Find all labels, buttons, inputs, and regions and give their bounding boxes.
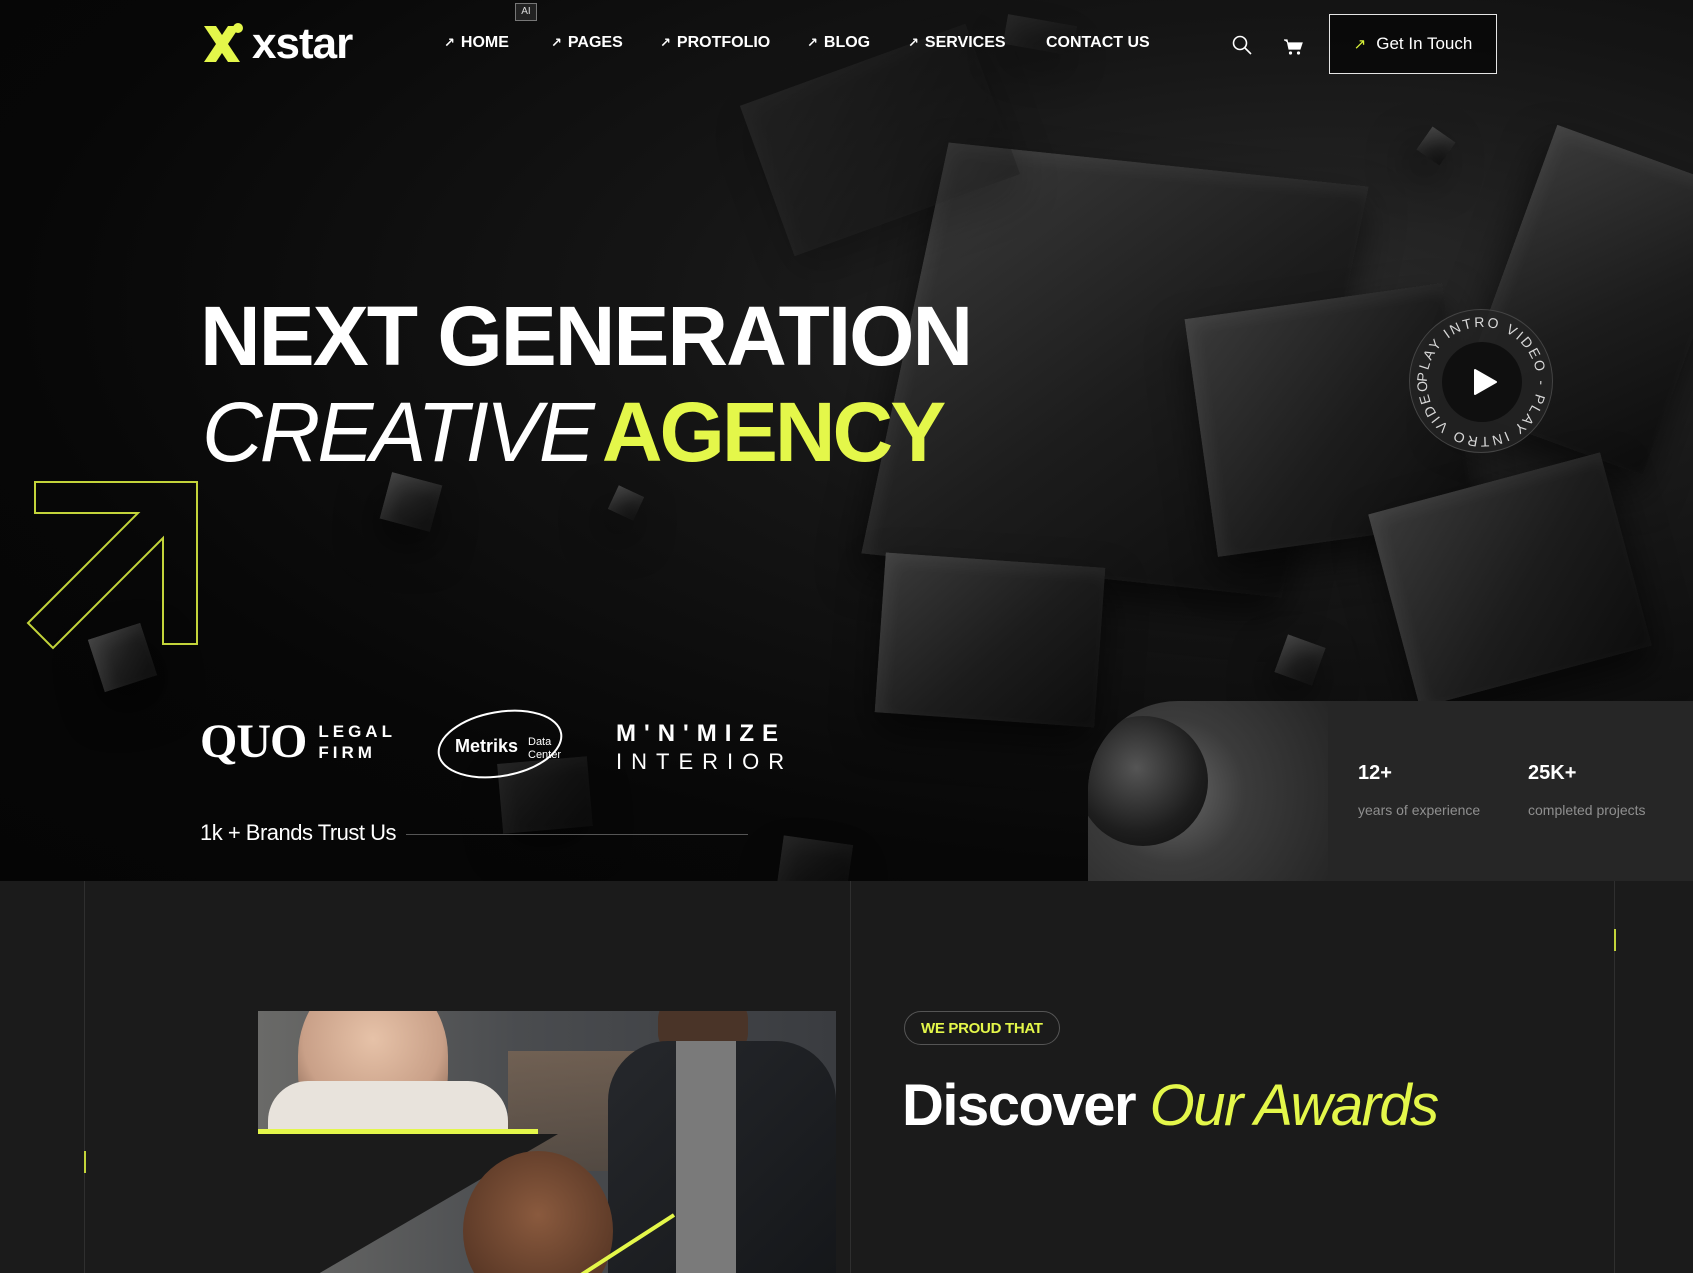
logo[interactable]: xstar xyxy=(200,19,353,68)
brand-minimize-interior: M'N'MIZE INTERIOR xyxy=(616,720,793,776)
arrow-up-right-icon: ↗ xyxy=(444,35,455,50)
stat-value: 12+ xyxy=(1358,762,1392,784)
nav-item-contact-us[interactable]: CONTACT US xyxy=(1046,34,1150,52)
logo-text: xstar xyxy=(252,19,353,68)
decorative-cube xyxy=(1274,634,1326,686)
brand-metriks-sub2: Center xyxy=(528,749,562,761)
decorative-cube xyxy=(874,552,1106,728)
sphere-shape xyxy=(1088,716,1208,846)
photo-accent-bar xyxy=(258,1129,538,1134)
headline-italic-word: CREATIVE xyxy=(202,385,595,479)
hero-section: xstar AI ↗ HOME ↗ PAGES ↗ PROTFOLIO ↗ BL… xyxy=(0,0,1693,881)
stats-panel: 12+ years of experience 25K+ completed p… xyxy=(1328,701,1693,881)
arrow-up-right-icon: ↗ xyxy=(1353,36,1367,53)
we-proud-that-badge: WE PROUD THAT xyxy=(904,1011,1060,1045)
brand-minimize-line2: INTERIOR xyxy=(616,749,794,774)
decorative-cube xyxy=(1416,126,1456,166)
stat-value: 25K+ xyxy=(1528,762,1577,784)
stats-sphere-image xyxy=(1088,701,1328,881)
hero-headline-line1: NEXT GENERATION xyxy=(200,289,973,383)
divider xyxy=(84,881,85,1273)
nav-item-label: PROTFOLIO xyxy=(676,34,771,51)
nav-item-label: HOME xyxy=(460,34,509,51)
stat-label: years of experience xyxy=(1358,802,1481,818)
brand-quo-legal-firm: QUO LEGAL FIRM xyxy=(200,714,396,769)
divider xyxy=(850,881,851,1273)
brand-metriks-main: Metriks xyxy=(455,736,519,756)
stat-label: completed projects xyxy=(1528,802,1646,818)
headline-highlight-word: AGENCY xyxy=(601,385,946,479)
arrow-outline-graphic xyxy=(26,481,198,650)
awards-title-yellow: Our Awards xyxy=(1149,1073,1440,1138)
awards-title-white: Discover xyxy=(902,1073,1137,1138)
play-inner-circle xyxy=(1442,342,1522,422)
cart-icon[interactable] xyxy=(1282,34,1306,58)
accent-tick xyxy=(1614,929,1616,951)
cta-label: Get In Touch xyxy=(1376,34,1473,53)
team-photo xyxy=(258,1011,836,1273)
nav-item-label: CONTACT US xyxy=(1046,34,1150,51)
hero-headline-line2: CREATIVE AGENCY xyxy=(202,384,946,480)
photo-person-man-shirt xyxy=(676,1041,736,1273)
photo-accent-line xyxy=(580,1213,676,1273)
arrow-up-right-icon: ↗ xyxy=(660,35,671,50)
awards-title: Discover Our Awards xyxy=(902,1071,1440,1141)
brand-metriks-data-center: Metriks Data Center xyxy=(435,708,565,780)
ai-badge: AI xyxy=(515,3,537,21)
nav-item-pages[interactable]: ↗ PAGES xyxy=(551,34,660,52)
get-in-touch-button[interactable]: ↗ Get In Touch xyxy=(1329,14,1497,74)
nav-item-label: PAGES xyxy=(567,34,623,51)
awards-section: WE PROUD THAT Discover Our Awards xyxy=(0,881,1693,1273)
brand-quo-main: QUO xyxy=(200,715,307,768)
nav-item-protfolio[interactable]: ↗ PROTFOLIO xyxy=(660,34,807,52)
brand-logos: QUO LEGAL FIRM Metriks Data Center M'N'M… xyxy=(200,708,800,788)
decorative-cube xyxy=(776,835,854,881)
brand-quo-line1: LEGAL xyxy=(318,721,396,741)
decorative-cube xyxy=(607,485,645,521)
nav-item-label: BLOG xyxy=(823,34,871,51)
brands-trust-text: 1k + Brands Trust Us xyxy=(200,820,397,845)
search-icon[interactable] xyxy=(1230,33,1254,57)
arrow-up-right-icon: ↗ xyxy=(807,35,818,50)
main-nav: ↗ HOME ↗ PAGES ↗ PROTFOLIO ↗ BLOG ↗ SERV… xyxy=(444,34,1150,52)
brand-minimize-line1: M'N'MIZE xyxy=(616,720,787,747)
nav-item-home[interactable]: ↗ HOME xyxy=(444,34,551,52)
nav-item-label: SERVICES xyxy=(924,34,1006,51)
arrow-up-right-icon: ↗ xyxy=(908,35,919,50)
play-icon xyxy=(1474,369,1497,395)
divider xyxy=(406,834,748,835)
accent-tick xyxy=(84,1151,86,1173)
nav-item-blog[interactable]: ↗ BLOG xyxy=(807,34,908,52)
logo-x-icon xyxy=(204,23,243,62)
nav-item-services[interactable]: ↗ SERVICES xyxy=(908,34,1046,52)
decorative-cube xyxy=(379,472,443,532)
play-intro-video-button[interactable]: PLAY INTRO VIDEO - PLAY INTRO VIDEO - xyxy=(1409,309,1553,453)
brand-quo-line2: FIRM xyxy=(318,742,376,762)
arrow-up-right-icon: ↗ xyxy=(551,35,562,50)
brand-metriks-sub1: Data xyxy=(528,736,552,748)
